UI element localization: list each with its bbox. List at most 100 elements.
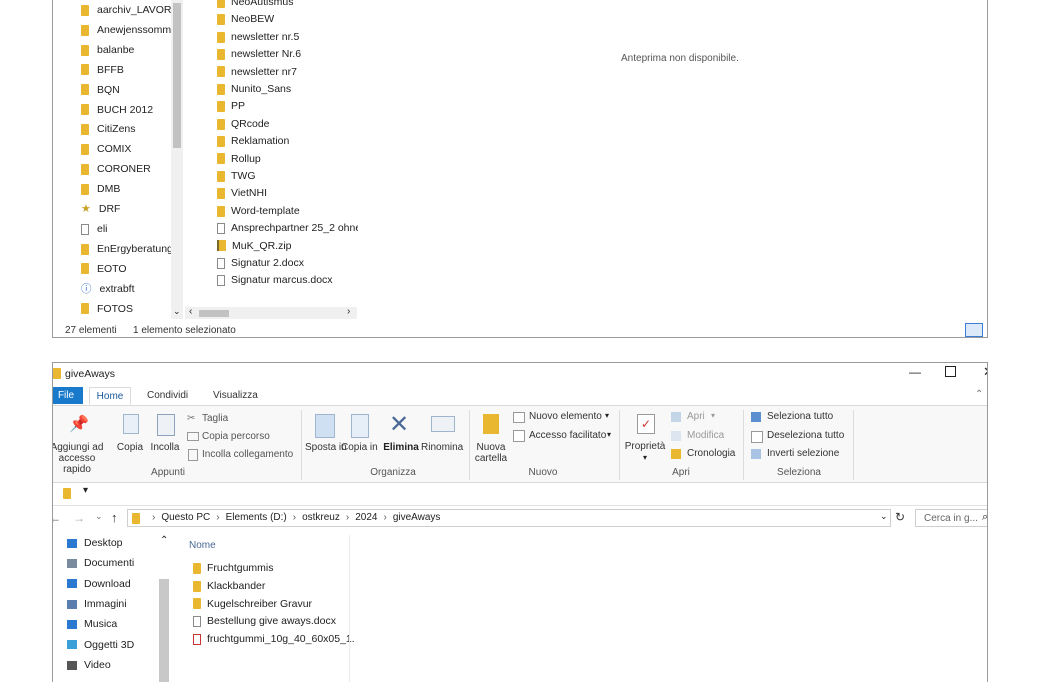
details-view-icon[interactable]	[965, 323, 983, 337]
easy-access-dropdown-icon[interactable]: ▾	[607, 430, 611, 439]
chevron-left-icon[interactable]: ‹	[189, 306, 192, 317]
search-box[interactable]: Cerca in g... ⌕	[915, 509, 987, 527]
chevron-right-icon[interactable]: ›	[216, 512, 219, 523]
select-all-button[interactable]: Seleziona tutto	[767, 411, 833, 422]
copy-button[interactable]: Copia	[115, 442, 145, 453]
list-item[interactable]: QRcode	[217, 115, 270, 133]
list-item[interactable]: PP	[217, 97, 245, 115]
tab-file[interactable]: File	[53, 387, 83, 404]
back-arrow-icon[interactable]: ←	[53, 511, 61, 525]
navigation-scrollbar[interactable]: ⌃	[157, 535, 171, 682]
list-item[interactable]: Kugelschreiber Gravur	[193, 595, 312, 613]
sidebar-item[interactable]: Download	[67, 575, 131, 593]
minimize-button[interactable]: —	[909, 365, 921, 379]
sidebar-item[interactable]: Musica	[67, 615, 117, 633]
list-item[interactable]: Reklamation	[217, 132, 289, 150]
list-item[interactable]: Nunito_Sans	[217, 80, 291, 98]
list-item[interactable]: Klackbander	[193, 577, 265, 595]
navigation-scrollbar[interactable]: ⌄	[171, 0, 183, 319]
sidebar-item[interactable]: BUCH 2012	[81, 101, 153, 119]
edit-button[interactable]: Modifica	[687, 430, 724, 441]
chevron-right-icon[interactable]: ›	[152, 512, 155, 523]
easy-access-button[interactable]: Accesso facilitato	[529, 430, 606, 441]
column-header-name[interactable]: Nome	[189, 540, 216, 551]
sidebar-item[interactable]: Immagini	[67, 595, 127, 613]
sidebar-item[interactable]: balanbe	[81, 41, 134, 59]
copy-path-button[interactable]: Copia percorso	[202, 431, 270, 442]
list-item[interactable]: TWG	[217, 167, 256, 185]
sidebar-item[interactable]: BQN	[81, 81, 120, 99]
new-folder-button[interactable]: Nuova cartella	[471, 442, 511, 464]
list-item[interactable]: Signatur marcus.docx	[217, 271, 333, 289]
sidebar-item[interactable]: FOTOS	[81, 300, 133, 318]
new-item-button[interactable]: Nuovo elemento	[529, 411, 602, 422]
sidebar-item[interactable]: ⓘ extrabft	[81, 280, 135, 298]
cut-button[interactable]: Taglia	[202, 413, 228, 424]
delete-button[interactable]: Elimina	[381, 442, 421, 453]
chevron-up-icon[interactable]: ⌃	[160, 535, 168, 546]
list-item[interactable]: newsletter Nr.6	[217, 45, 301, 63]
breadcrumb-item[interactable]: 2024	[355, 512, 377, 523]
address-bar[interactable]: › Questo PC › Elements (D:) › ostkreuz › 2024 › g…	[127, 509, 891, 527]
chevron-right-icon[interactable]: ›	[347, 306, 350, 317]
sidebar-item[interactable]: Oggetti 3D	[67, 636, 134, 654]
file-list-hscrollbar[interactable]: ‹ ›	[185, 306, 357, 319]
history-button[interactable]: Cronologia	[687, 448, 735, 459]
invert-selection-button[interactable]: Inverti selezione	[767, 448, 839, 459]
list-item[interactable]: Word-template	[217, 202, 300, 220]
refresh-icon[interactable]: ↻	[895, 510, 905, 524]
paste-shortcut-button[interactable]: Incolla collegamento	[202, 449, 293, 460]
sidebar-item[interactable]: ★ DRF	[81, 200, 120, 218]
sidebar-item[interactable]: CORONER	[81, 160, 151, 178]
chevron-right-icon[interactable]: ›	[293, 512, 296, 523]
paste-button[interactable]: Incolla	[149, 442, 181, 453]
sidebar-item[interactable]: Desktop	[67, 534, 123, 552]
sidebar-item[interactable]: eli	[81, 220, 108, 238]
maximize-button[interactable]	[945, 366, 956, 377]
move-to-button[interactable]: Sposta in	[305, 442, 347, 453]
sidebar-item[interactable]: Anewjenssomm	[81, 21, 171, 39]
sidebar-item[interactable]: BFFB	[81, 61, 124, 79]
list-item[interactable]: newsletter nr.5	[217, 28, 299, 46]
list-item[interactable]: Signatur 2.docx	[217, 254, 304, 272]
sidebar-item[interactable]: Video	[67, 656, 111, 674]
list-item[interactable]: Bestellung give aways.docx	[193, 612, 336, 630]
list-item[interactable]: fruchtgummi_10g_40_60x05_1.p	[193, 630, 355, 648]
sidebar-item[interactable]: Documenti	[67, 554, 134, 572]
breadcrumb-item[interactable]: Questo PC	[161, 512, 210, 523]
list-item[interactable]: MuK_QR.zip	[217, 237, 292, 255]
qat-dropdown-icon[interactable]: ▾	[83, 485, 88, 496]
hscroll-thumb[interactable]	[199, 310, 229, 317]
tab-share[interactable]: Condividi	[147, 390, 188, 401]
open-dropdown-icon[interactable]: ▾	[711, 411, 715, 420]
breadcrumb-item[interactable]: giveAways	[393, 512, 441, 523]
up-arrow-icon[interactable]: ↑	[111, 510, 118, 525]
sidebar-item[interactable]: CitiZens	[81, 120, 136, 138]
open-button[interactable]: Apri	[687, 411, 705, 422]
address-dropdown-icon[interactable]: ⌄	[880, 511, 888, 522]
chevron-right-icon[interactable]: ›	[383, 512, 386, 523]
navigation-scroll-thumb[interactable]	[173, 3, 181, 148]
close-button[interactable]: ✕	[983, 364, 987, 380]
recent-dropdown-icon[interactable]: ⌄	[95, 511, 103, 522]
chevron-right-icon[interactable]: ›	[346, 512, 349, 523]
properties-dropdown-icon[interactable]: ▾	[643, 453, 647, 462]
tab-home[interactable]: Home	[89, 387, 131, 405]
tab-view[interactable]: Visualizza	[213, 390, 258, 401]
breadcrumb-item[interactable]: Elements (D:)	[226, 512, 287, 523]
list-item[interactable]: Fruchtgummis	[193, 559, 274, 577]
list-item[interactable]: newsletter nr7	[217, 63, 297, 81]
copy-to-button[interactable]: Copia in	[341, 442, 378, 453]
list-item[interactable]: Rollup	[217, 150, 261, 168]
list-item[interactable]: VietNHI	[217, 184, 267, 202]
sidebar-item[interactable]: EnErgyberatung	[81, 240, 173, 258]
sidebar-item[interactable]: COMIX	[81, 140, 131, 158]
pin-quick-access-button[interactable]: Aggiungi ad accesso rapido	[53, 442, 105, 475]
chevron-up-icon[interactable]: ⌃	[975, 389, 983, 400]
list-item[interactable]: NeoAutismus	[217, 0, 293, 11]
navigation-scroll-thumb[interactable]	[159, 579, 169, 682]
new-item-dropdown-icon[interactable]: ▾	[605, 411, 609, 420]
select-none-button[interactable]: Deseleziona tutto	[767, 430, 844, 441]
search-icon[interactable]: ⌕	[982, 511, 987, 524]
rename-button[interactable]: Rinomina	[421, 442, 463, 453]
